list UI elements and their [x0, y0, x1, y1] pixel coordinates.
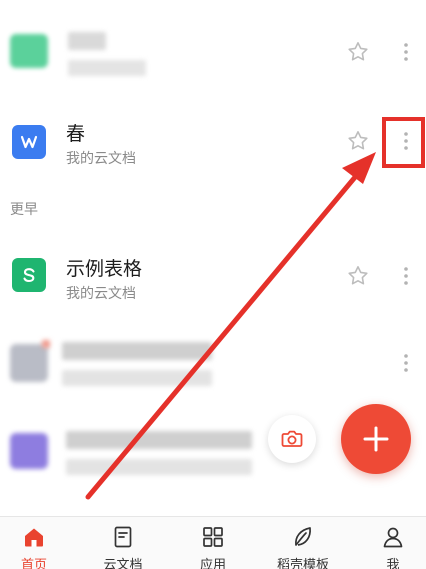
file-title: 示例表格 [66, 258, 143, 280]
file-row-sample-sheet[interactable]: 示例表格 我的云文档 [0, 226, 426, 326]
home-icon [25, 528, 43, 547]
star-icon[interactable] [346, 129, 370, 153]
leaf-template-icon [295, 527, 311, 546]
cloud-doc-icon [114, 526, 132, 548]
file-row-blurred-1[interactable] [0, 0, 426, 100]
more-options-icon[interactable] [396, 351, 416, 375]
file-location: 我的云文档 [66, 151, 136, 167]
tab-label: 我 [386, 558, 400, 569]
section-label-earlier: 更早 [10, 202, 38, 218]
blurred-title [62, 342, 212, 360]
person-icon [383, 527, 403, 548]
tab-apps[interactable]: 应用 [173, 517, 253, 569]
tab-home[interactable]: 首页 [0, 517, 74, 569]
camera-scan-button[interactable] [268, 415, 316, 463]
file-title: 春 [66, 123, 86, 145]
bottom-tab-bar: 首页 云文档 应用 稻壳模板 我 [0, 516, 426, 569]
new-document-button[interactable] [341, 404, 411, 474]
wps-sheet-icon [12, 258, 46, 292]
apps-grid-icon [203, 527, 223, 547]
file-location: 我的云文档 [66, 286, 136, 302]
file-icon-blurred [10, 344, 48, 382]
blurred-title [66, 431, 252, 449]
blurred-subtitle [66, 459, 252, 475]
tab-label: 首页 [20, 558, 47, 569]
blurred-subtitle [62, 370, 212, 386]
tab-cloud-docs[interactable]: 云文档 [83, 517, 163, 569]
star-icon[interactable] [346, 40, 370, 64]
more-options-icon[interactable] [396, 264, 416, 288]
file-row-chun[interactable]: 春 我的云文档 [0, 100, 426, 200]
wps-writer-icon [12, 125, 46, 159]
blurred-subtitle [68, 60, 146, 76]
tab-templates[interactable]: 稻壳模板 [263, 517, 343, 569]
tab-label: 稻壳模板 [276, 558, 329, 569]
blurred-mark [42, 340, 50, 348]
blurred-title [68, 32, 106, 50]
tab-label: 云文档 [103, 558, 143, 569]
file-icon-blurred [10, 34, 48, 68]
tab-me[interactable]: 我 [353, 517, 426, 569]
tab-label: 应用 [199, 558, 226, 569]
file-icon-blurred [10, 433, 48, 469]
plus-icon [363, 426, 389, 452]
star-icon[interactable] [346, 264, 370, 288]
annotation-highlight-box [382, 117, 425, 168]
more-options-icon[interactable] [396, 40, 416, 64]
camera-icon [281, 430, 303, 447]
